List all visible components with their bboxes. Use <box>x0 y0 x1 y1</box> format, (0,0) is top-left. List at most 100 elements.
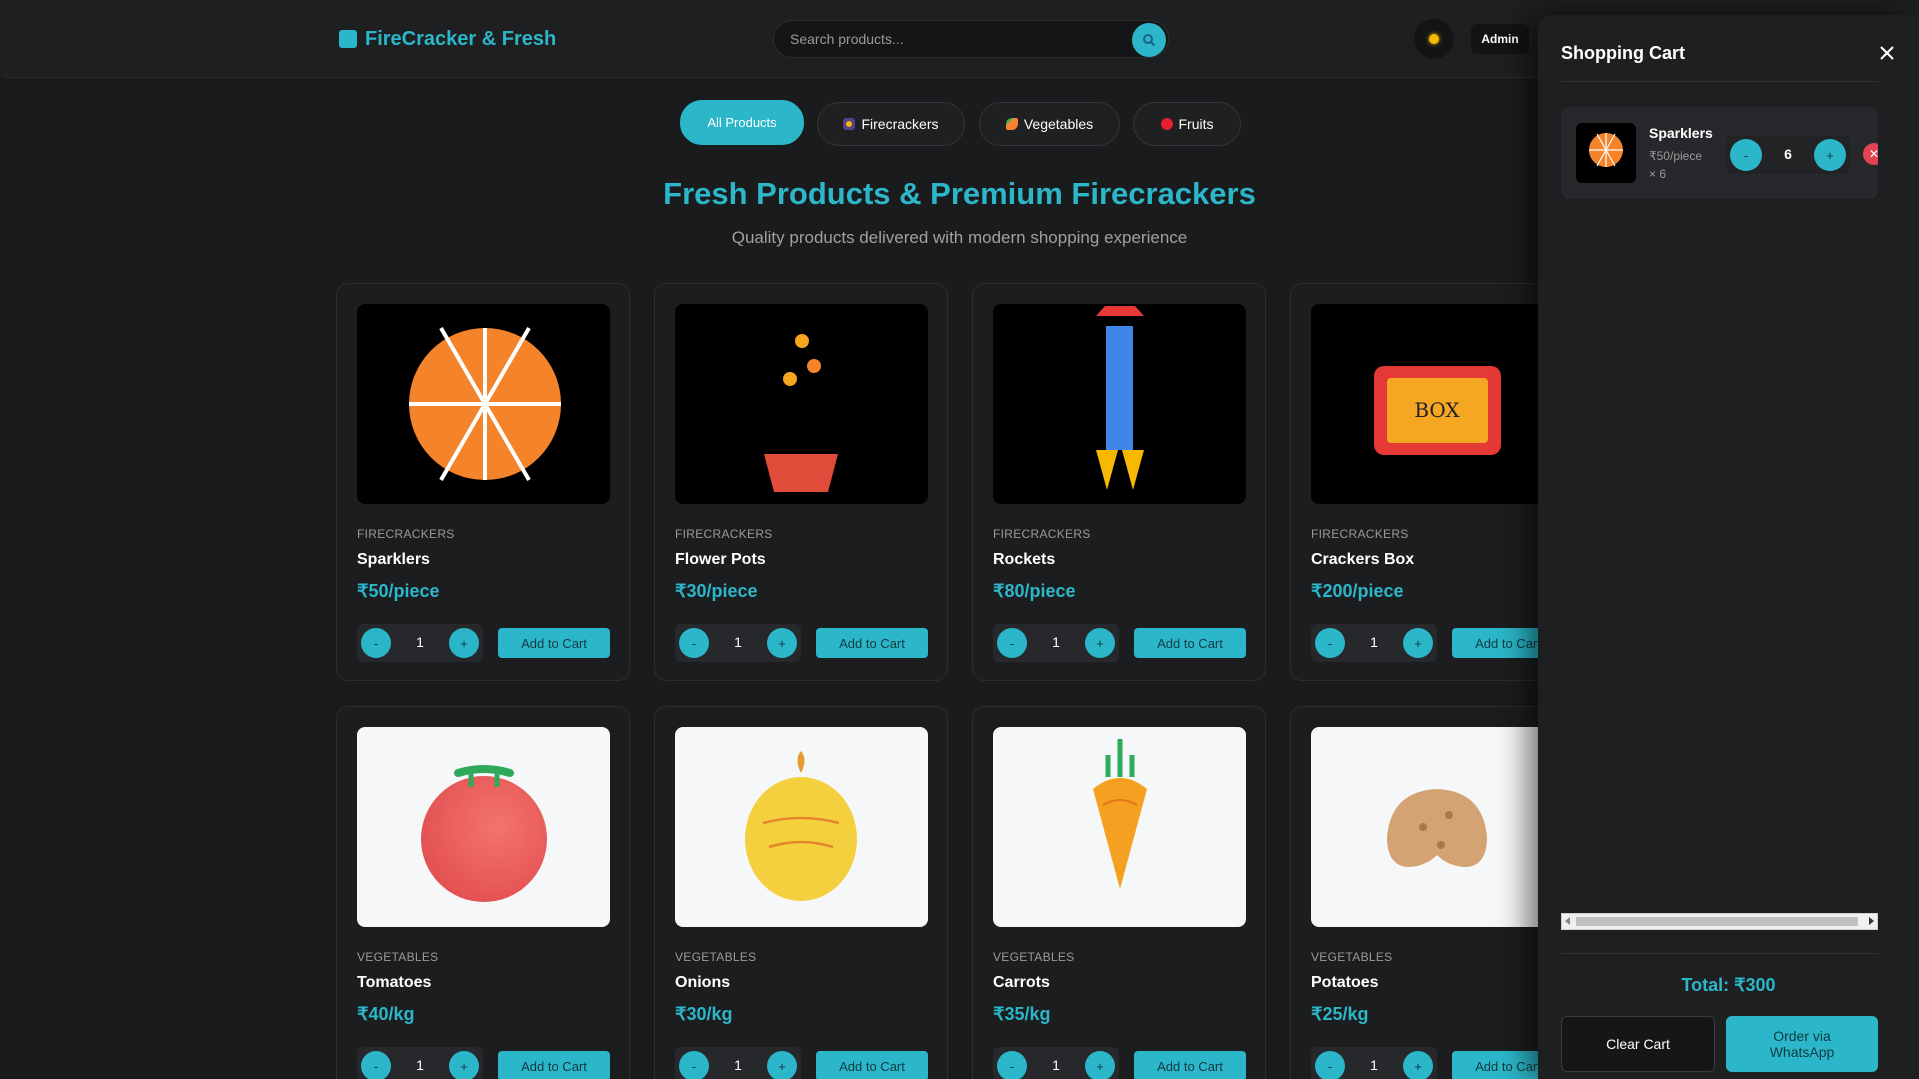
product-name: Crackers Box <box>1311 551 1415 568</box>
tab-fruits[interactable]: Fruits <box>1133 102 1241 146</box>
product-price: ₹40/kg <box>357 1004 415 1024</box>
decrease-quantity-button[interactable]: - <box>997 1051 1027 1079</box>
product-card-sparklers: FIRECRACKERS Sparklers ₹50/piece - 1 + A… <box>336 283 630 681</box>
close-icon[interactable] <box>1877 43 1897 63</box>
product-name: Potatoes <box>1311 974 1379 991</box>
quantity-stepper: - 1 + <box>993 1047 1119 1079</box>
cart-title: Shopping Cart <box>1561 43 1685 63</box>
theme-toggle-button[interactable] <box>1414 19 1454 59</box>
carrot-image <box>993 727 1246 927</box>
tab-label: Vegetables <box>1023 116 1094 132</box>
cart-item-name: Sparklers <box>1649 125 1713 141</box>
decrease-quantity-button[interactable]: - <box>361 628 391 658</box>
quantity-value: 1 <box>734 1057 742 1073</box>
product-category: FIRECRACKERS <box>1311 527 1409 541</box>
product-card-onions: VEGETABLES Onions ₹30/kg - 1 + Add to Ca… <box>654 706 948 1079</box>
product-category: VEGETABLES <box>357 950 439 964</box>
box-label: BOX <box>1414 398 1460 422</box>
decrease-quantity-button[interactable]: - <box>361 1051 391 1079</box>
increase-quantity-button[interactable]: + <box>767 1051 797 1079</box>
apple-icon <box>1160 118 1173 130</box>
brand-logo-icon <box>339 30 357 48</box>
decrease-quantity-button[interactable]: - <box>997 628 1027 658</box>
cart-item: Sparklers ₹50/piece × 6 - 6 + ✕ <box>1561 107 1878 199</box>
quantity-stepper: - 1 + <box>1311 1047 1437 1079</box>
product-name: Sparklers <box>357 551 430 568</box>
product-price: ₹200/piece <box>1311 581 1404 601</box>
decrease-quantity-button[interactable]: - <box>1315 628 1345 658</box>
product-category: VEGETABLES <box>675 950 757 964</box>
search-icon <box>1143 34 1156 47</box>
decrease-quantity-button[interactable]: - <box>1730 139 1762 171</box>
add-to-cart-button[interactable]: Add to Cart <box>498 628 610 658</box>
sparkler-image <box>357 304 610 504</box>
quantity-stepper: - 1 + <box>675 1047 801 1079</box>
product-category: VEGETABLES <box>1311 950 1393 964</box>
order-whatsapp-button[interactable]: Order via WhatsApp <box>1726 1016 1878 1072</box>
quantity-stepper: - 1 + <box>1311 624 1437 662</box>
increase-quantity-button[interactable]: + <box>449 628 479 658</box>
product-name: Flower Pots <box>675 551 766 568</box>
add-to-cart-button[interactable]: Add to Cart <box>1134 628 1246 658</box>
horizontal-scrollbar[interactable] <box>1561 913 1878 930</box>
quantity-value: 1 <box>734 634 742 650</box>
product-price: ₹35/kg <box>993 1004 1051 1024</box>
search-button[interactable] <box>1132 23 1166 57</box>
product-name: Onions <box>675 974 731 991</box>
add-to-cart-button[interactable]: Add to Cart <box>1134 1051 1246 1079</box>
firework-icon <box>843 118 856 130</box>
shopping-cart-panel: Shopping Cart Sparklers ₹50/piece × 6 - … <box>1538 15 1919 1079</box>
clear-cart-button[interactable]: Clear Cart <box>1561 1016 1715 1072</box>
crackers-box-image: BOX <box>1311 304 1564 504</box>
cart-quantity-stepper: - 6 + <box>1726 136 1850 174</box>
quantity-stepper: - 1 + <box>675 624 801 662</box>
increase-quantity-button[interactable]: + <box>767 628 797 658</box>
brand-name: FireCracker & Fresh <box>365 27 557 50</box>
quantity-value: 1 <box>1370 1057 1378 1073</box>
increase-quantity-button[interactable]: + <box>1403 628 1433 658</box>
divider <box>1561 953 1878 954</box>
increase-quantity-button[interactable]: + <box>1814 139 1846 171</box>
scroll-right-icon[interactable] <box>1869 917 1874 925</box>
product-price: ₹30/piece <box>675 581 758 601</box>
sun-icon <box>1429 34 1439 44</box>
add-to-cart-button[interactable]: Add to Cart <box>816 628 928 658</box>
product-name: Rockets <box>993 551 1056 568</box>
tab-vegetables[interactable]: Vegetables <box>979 102 1120 146</box>
sparkler-thumbnail <box>1576 123 1636 183</box>
product-card-tomatoes: VEGETABLES Tomatoes ₹40/kg - 1 + Add to … <box>336 706 630 1079</box>
scroll-left-icon[interactable] <box>1565 917 1570 925</box>
search-input[interactable] <box>790 21 1110 57</box>
product-name: Carrots <box>993 974 1050 991</box>
decrease-quantity-button[interactable]: - <box>1315 1051 1345 1079</box>
divider <box>1561 81 1878 82</box>
quantity-value: 1 <box>416 634 424 650</box>
decrease-quantity-button[interactable]: - <box>679 1051 709 1079</box>
brand[interactable]: FireCracker & Fresh <box>339 27 556 51</box>
decrease-quantity-button[interactable]: - <box>679 628 709 658</box>
tab-all-products[interactable]: All Products <box>680 100 804 145</box>
remove-item-button[interactable]: ✕ <box>1863 143 1878 165</box>
product-price: ₹80/piece <box>993 581 1076 601</box>
increase-quantity-button[interactable]: + <box>1403 1051 1433 1079</box>
admin-button[interactable]: Admin <box>1471 24 1529 54</box>
quantity-value: 1 <box>1052 1057 1060 1073</box>
tab-label: All Products <box>707 115 777 130</box>
onion-image <box>675 727 928 927</box>
product-category: FIRECRACKERS <box>993 527 1091 541</box>
increase-quantity-button[interactable]: + <box>1085 1051 1115 1079</box>
add-to-cart-button[interactable]: Add to Cart <box>816 1051 928 1079</box>
flower-pot-image <box>675 304 928 504</box>
product-category: VEGETABLES <box>993 950 1075 964</box>
increase-quantity-button[interactable]: + <box>1085 628 1115 658</box>
product-category: FIRECRACKERS <box>675 527 773 541</box>
rocket-image <box>993 304 1246 504</box>
tab-firecrackers[interactable]: Firecrackers <box>817 102 965 146</box>
product-price: ₹50/piece <box>357 581 440 601</box>
increase-quantity-button[interactable]: + <box>449 1051 479 1079</box>
scrollbar-thumb[interactable] <box>1576 917 1858 926</box>
quantity-stepper: - 1 + <box>993 624 1119 662</box>
quantity-stepper: - 1 + <box>357 1047 483 1079</box>
product-card-flower-pots: FIRECRACKERS Flower Pots ₹30/piece - 1 +… <box>654 283 948 681</box>
add-to-cart-button[interactable]: Add to Cart <box>498 1051 610 1079</box>
